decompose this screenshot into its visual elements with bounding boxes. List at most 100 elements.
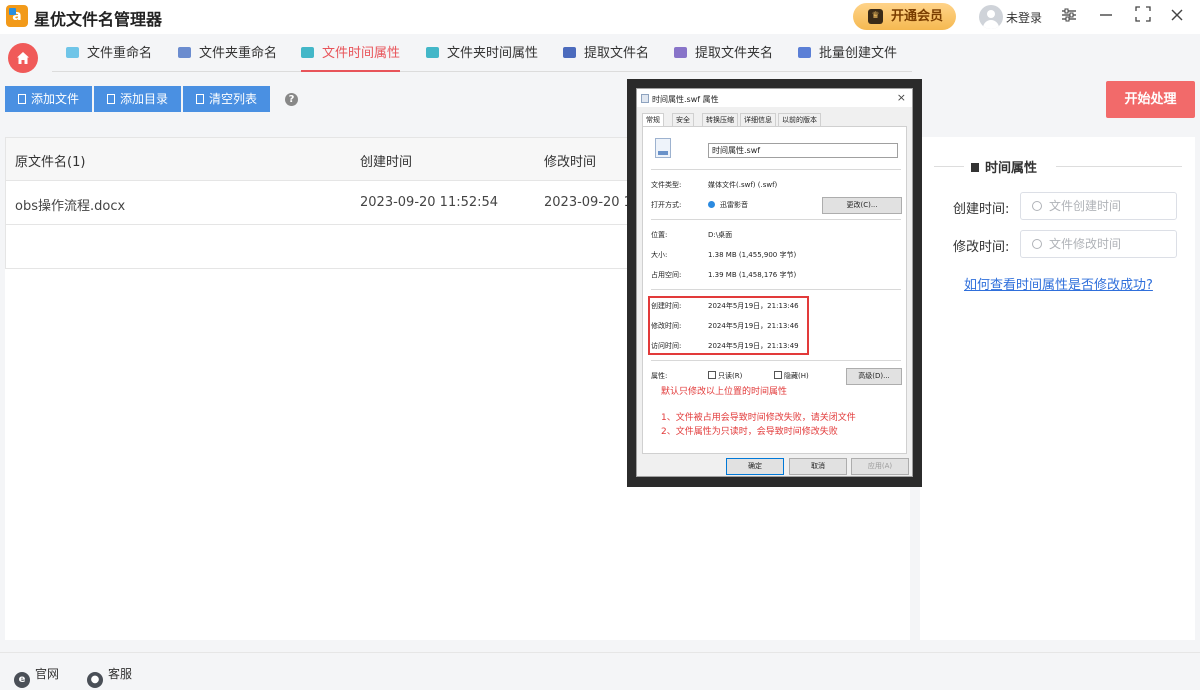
note-1: 1、文件被占用会导致时间修改失败，请关闭文件 xyxy=(661,413,856,423)
filetype-label: 文件类型: xyxy=(651,181,682,189)
vip-label: 开通会员 xyxy=(891,9,944,24)
home-icon xyxy=(17,52,29,64)
add-directory-button[interactable]: 添加目录 xyxy=(94,86,181,112)
section-title: 时间属性 xyxy=(920,157,1195,177)
main-tabs: 文件重命名 文件夹重命名 文件时间属性 文件夹时间属性 提取文件名 提取文件夹名… xyxy=(52,38,912,72)
hidden-checkbox[interactable]: 隐藏(H) xyxy=(774,371,809,381)
tab-batch-create[interactable]: 批量创建文件 xyxy=(798,38,897,72)
change-button[interactable]: 更改(C)... xyxy=(822,197,902,214)
crown-icon: ♛ xyxy=(868,9,883,24)
flag-icon xyxy=(971,163,979,172)
folder-rename-icon xyxy=(178,47,191,58)
cancel-button[interactable]: 取消 xyxy=(789,458,847,475)
properties-dialog: 时间属性.swf 属性 × 常规 安全 转换压缩 详细信息 以前的版本 时间属性… xyxy=(636,88,913,477)
maximize-icon[interactable] xyxy=(1129,3,1157,31)
extract-foldername-icon xyxy=(674,47,687,58)
accessed-value: 2024年5月19日，21:13:49 xyxy=(708,342,799,350)
clock-icon xyxy=(1032,201,1042,211)
tab-folder-time-attr[interactable]: 文件夹时间属性 xyxy=(426,38,538,72)
dialog-tab-previous[interactable]: 以前的版本 xyxy=(778,113,821,126)
check-time-help-link[interactable]: 如何查看时间属性是否修改成功? xyxy=(964,274,1153,293)
support-link[interactable]: ● 客服 xyxy=(87,665,132,688)
help-icon[interactable]: ? xyxy=(285,93,298,106)
column-header-modified[interactable]: 修改时间 xyxy=(544,151,596,170)
tab-file-rename[interactable]: 文件重命名 xyxy=(66,38,152,72)
home-button[interactable] xyxy=(8,43,38,73)
trash-icon xyxy=(195,94,204,104)
apply-button[interactable]: 应用(A) xyxy=(851,458,909,475)
xunlei-player-icon xyxy=(708,201,715,208)
dialog-tab-compress[interactable]: 转换压缩 xyxy=(702,113,738,126)
tab-file-time-attr[interactable]: 文件时间属性 xyxy=(301,38,401,72)
settings-sliders-icon[interactable] xyxy=(1055,3,1083,31)
note-2: 2、文件属性为只读时，会导致时间修改失败 xyxy=(661,427,838,437)
clear-list-button[interactable]: 清空列表 xyxy=(183,86,270,112)
vip-button[interactable]: ♛ 开通会员 xyxy=(853,3,956,30)
close-icon[interactable] xyxy=(1163,3,1191,31)
tab-extract-foldername[interactable]: 提取文件夹名 xyxy=(674,38,773,72)
tab-folder-rename[interactable]: 文件夹重命名 xyxy=(178,38,277,72)
batch-create-icon xyxy=(798,47,811,58)
properties-screenshot-overlay: 时间属性.swf 属性 × 常规 安全 转换压缩 详细信息 以前的版本 时间属性… xyxy=(627,79,922,487)
add-file-button[interactable]: 添加文件 xyxy=(5,86,92,112)
dialog-title-bar: 时间属性.swf 属性 × xyxy=(637,89,912,107)
row-modified-time: 2023-09-20 11 xyxy=(544,195,641,210)
created-time-label: 创建时间: xyxy=(953,202,1010,217)
note-main: 默认只修改以上位置的时间属性 xyxy=(661,387,788,397)
title-bar: a 星优文件名管理器 ♛ 开通会员 未登录 xyxy=(0,0,1200,34)
filename-field[interactable]: 时间属性.swf xyxy=(708,143,898,158)
openwith-label: 打开方式: xyxy=(651,201,682,209)
login-label[interactable]: 未登录 xyxy=(1006,9,1042,26)
disk-size-value: 1.39 MB (1,458,176 字节) xyxy=(708,271,797,279)
ie-icon: e xyxy=(14,672,30,688)
file-time-icon xyxy=(301,47,314,58)
location-value: D:\桌面 xyxy=(708,231,733,239)
attributes-label: 属性: xyxy=(651,372,668,380)
modified-time-input[interactable]: 文件修改时间 xyxy=(1020,230,1177,258)
start-processing-button[interactable]: 开始处理 xyxy=(1106,81,1195,118)
created-value: 2024年5月19日，21:13:46 xyxy=(708,302,799,310)
advanced-button[interactable]: 高级(D)... xyxy=(846,368,902,385)
checkbox-icon xyxy=(708,371,716,379)
file-icon xyxy=(641,94,649,103)
swf-file-icon xyxy=(655,138,671,158)
file-rename-icon xyxy=(66,47,79,58)
filetype-value: 媒体文件(.swf) (.swf) xyxy=(708,181,778,189)
dialog-title: 时间属性.swf 属性 xyxy=(652,95,719,104)
row-filename: obs操作流程.docx xyxy=(15,199,126,214)
openwith-value: 迅雷影音 xyxy=(708,200,748,210)
created-time-input[interactable]: 文件创建时间 xyxy=(1020,192,1177,220)
column-header-filename[interactable]: 原文件名(1) xyxy=(15,151,85,170)
minimize-icon[interactable] xyxy=(1092,3,1120,31)
ok-button[interactable]: 确定 xyxy=(726,458,784,475)
user-avatar-icon[interactable] xyxy=(979,5,1003,29)
website-link[interactable]: e 官网 xyxy=(14,665,59,688)
folder-icon xyxy=(106,94,115,104)
accessed-label: 访问时间: xyxy=(651,342,682,350)
modified-value: 2024年5月19日，21:13:46 xyxy=(708,322,799,330)
file-icon xyxy=(17,94,26,104)
dialog-general-pane: 时间属性.swf 文件类型: 媒体文件(.swf) (.swf) 打开方式: 迅… xyxy=(642,126,907,454)
dialog-close-icon[interactable]: × xyxy=(897,91,906,104)
column-header-created[interactable]: 创建时间 xyxy=(360,151,412,170)
tab-extract-filename[interactable]: 提取文件名 xyxy=(563,38,649,72)
extract-filename-icon xyxy=(563,47,576,58)
readonly-checkbox[interactable]: 只读(R) xyxy=(708,371,742,381)
row-created-time: 2023-09-20 11:52:54 xyxy=(360,195,499,210)
dialog-tab-security[interactable]: 安全 xyxy=(672,113,694,126)
dialog-tab-details[interactable]: 详细信息 xyxy=(740,113,776,126)
location-label: 位置: xyxy=(651,231,668,239)
app-logo-icon: a xyxy=(6,5,28,27)
footer: e 官网 ● 客服 xyxy=(0,652,1200,690)
app-title: 星优文件名管理器 xyxy=(34,10,163,29)
clock-icon xyxy=(1032,239,1042,249)
folder-time-icon xyxy=(426,47,439,58)
time-attribute-panel: 时间属性 创建时间: 文件创建时间 修改时间: 文件修改时间 如何查看时间属性是… xyxy=(920,137,1195,640)
size-value: 1.38 MB (1,455,900 字节) xyxy=(708,251,797,259)
created-label: 创建时间: xyxy=(651,302,682,310)
modified-time-label: 修改时间: xyxy=(953,240,1010,255)
dialog-tab-general[interactable]: 常规 xyxy=(642,113,664,127)
checkbox-icon xyxy=(774,371,782,379)
chat-icon: ● xyxy=(87,672,103,688)
size-label: 大小: xyxy=(651,251,668,259)
